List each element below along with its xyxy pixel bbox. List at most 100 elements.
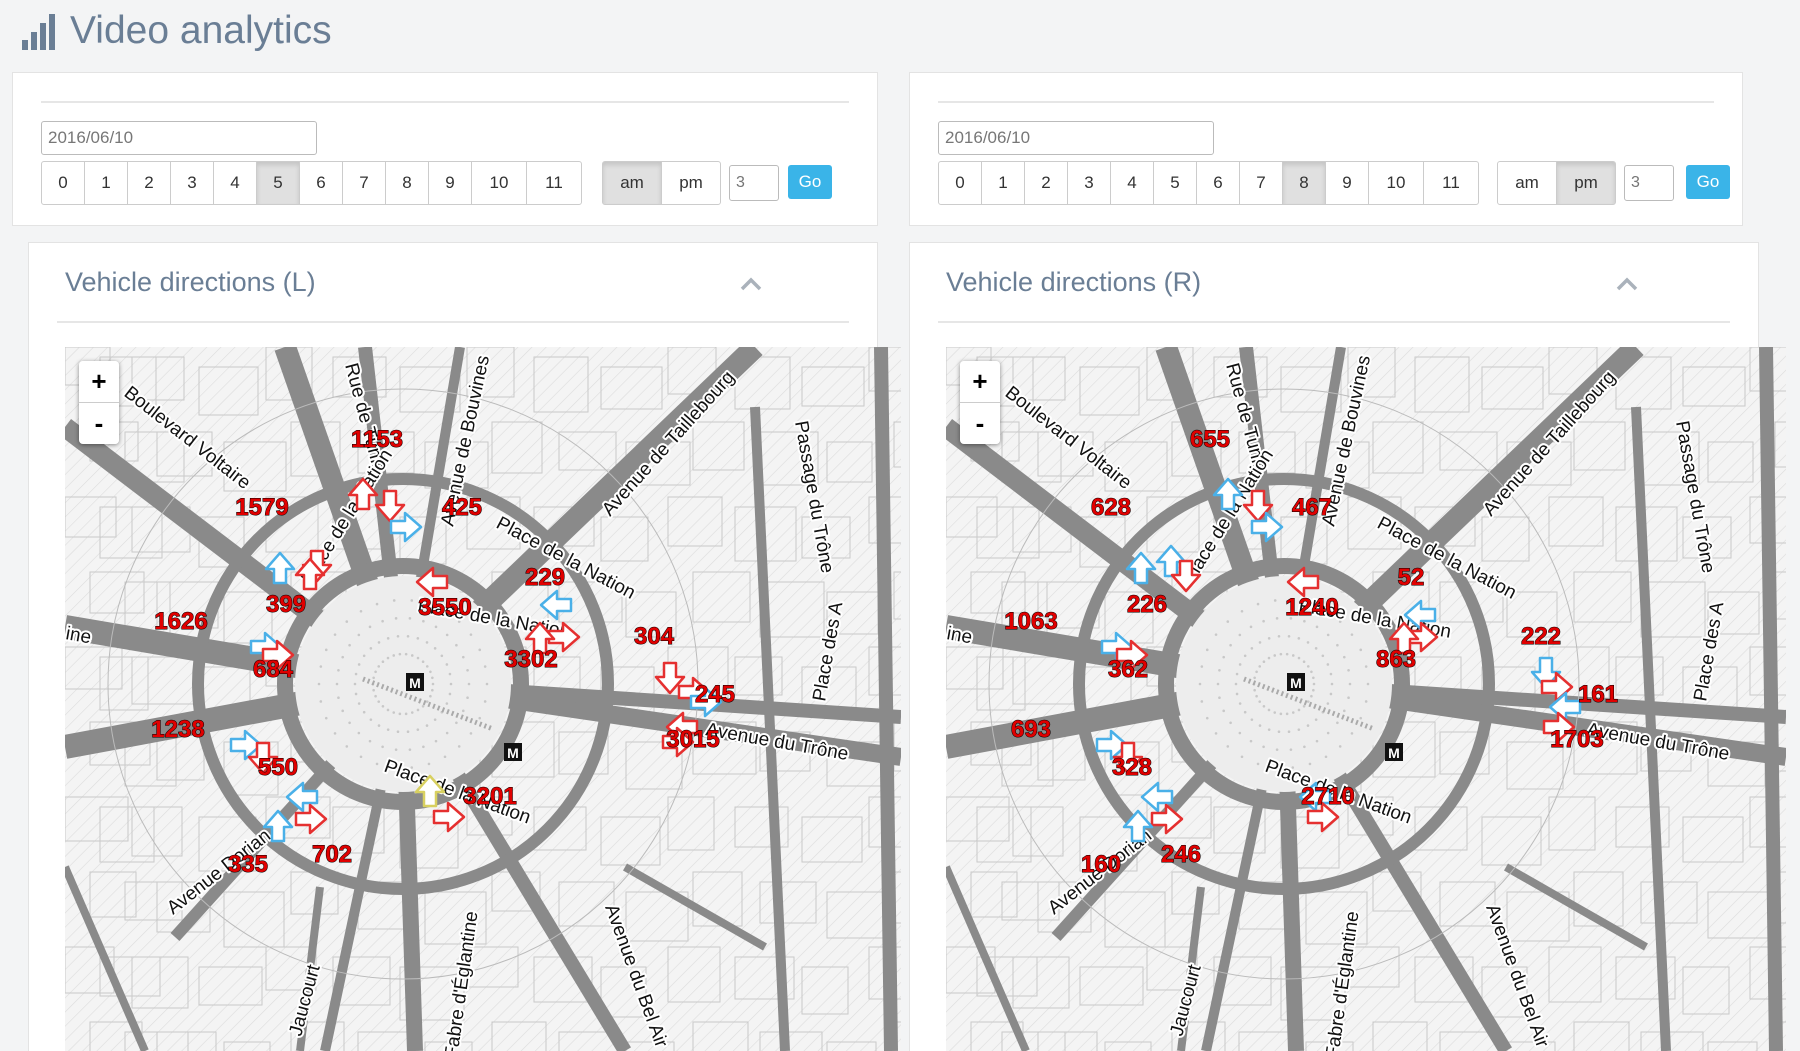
vehicle-count-label: 1579 bbox=[235, 494, 288, 521]
panel-title-left: Vehicle directions (L) bbox=[65, 267, 316, 297]
hour-button-0[interactable]: 0 bbox=[938, 161, 982, 205]
svg-text:M: M bbox=[507, 745, 519, 761]
controls-panel-left: 01234567891011 am pm Go bbox=[12, 72, 878, 226]
bar-chart-icon bbox=[22, 12, 58, 50]
collapse-chevron-icon[interactable] bbox=[736, 269, 766, 299]
hour-button-8[interactable]: 8 bbox=[1282, 161, 1326, 205]
vehicle-count-label: 160 bbox=[1081, 851, 1121, 878]
vehicle-count-label: 335 bbox=[228, 851, 268, 878]
zoom-in-button[interactable]: + bbox=[960, 361, 1000, 403]
vehicle-directions-panel-right: Vehicle directions (R) M M Boulevard Volta… bbox=[909, 242, 1786, 1051]
map-right[interactable]: M M Boulevard Voltaire Rue de Tunis Avenue d… bbox=[946, 347, 1786, 1051]
vehicle-count-label: 229 bbox=[525, 564, 565, 591]
go-button-right[interactable]: Go bbox=[1686, 165, 1730, 199]
collapse-chevron-icon[interactable] bbox=[1612, 269, 1642, 299]
vehicle-count-label: 399 bbox=[266, 591, 306, 618]
date-input-left[interactable] bbox=[41, 121, 317, 155]
vehicle-count-label: 655 bbox=[1190, 426, 1230, 453]
metro-icon: M bbox=[1287, 673, 1305, 691]
divider bbox=[41, 101, 849, 103]
hour-button-0[interactable]: 0 bbox=[41, 161, 85, 205]
divider bbox=[57, 321, 849, 323]
hour-button-2[interactable]: 2 bbox=[1024, 161, 1068, 205]
vehicle-count-label: 222 bbox=[1521, 623, 1561, 650]
vehicle-directions-panel-left: Vehicle directions (L) M M Boulevard Volta… bbox=[28, 242, 901, 1051]
vehicle-count-label: 1626 bbox=[154, 608, 207, 635]
am-button-left[interactable]: am bbox=[602, 161, 662, 205]
vehicle-count-label: 362 bbox=[1108, 656, 1148, 683]
divider bbox=[938, 321, 1730, 323]
count-input-right[interactable] bbox=[1624, 165, 1674, 201]
vehicle-count-label: 226 bbox=[1127, 591, 1167, 618]
vehicle-count-label: 425 bbox=[442, 494, 482, 521]
panel-title-right: Vehicle directions (R) bbox=[946, 267, 1202, 297]
street-label: ine bbox=[946, 623, 974, 648]
hour-button-7[interactable]: 7 bbox=[1239, 161, 1283, 205]
vehicle-count-label: 1240 bbox=[1285, 594, 1338, 621]
vehicle-count-label: 1238 bbox=[151, 716, 204, 743]
hour-button-1[interactable]: 1 bbox=[84, 161, 128, 205]
metro-icon: M bbox=[504, 743, 522, 761]
zoom-out-button[interactable]: - bbox=[79, 403, 119, 444]
vehicle-count-label: 161 bbox=[1578, 681, 1618, 708]
vehicle-count-label: 52 bbox=[1398, 564, 1425, 591]
hour-button-10[interactable]: 10 bbox=[471, 161, 527, 205]
pm-button-left[interactable]: pm bbox=[661, 161, 721, 205]
svg-text:M: M bbox=[409, 675, 421, 691]
pm-button-right[interactable]: pm bbox=[1556, 161, 1616, 205]
vehicle-count-label: 1063 bbox=[1004, 608, 1057, 635]
hour-button-11[interactable]: 11 bbox=[526, 161, 582, 205]
vehicle-count-label: 1153 bbox=[351, 426, 403, 453]
hour-button-3[interactable]: 3 bbox=[1067, 161, 1111, 205]
svg-text:M: M bbox=[1290, 675, 1302, 691]
hour-button-4[interactable]: 4 bbox=[1110, 161, 1154, 205]
zoom-control: + - bbox=[79, 361, 119, 444]
period-selector-right: am pm bbox=[1497, 161, 1616, 205]
vehicle-count-label: 863 bbox=[1376, 646, 1416, 673]
hour-button-10[interactable]: 10 bbox=[1368, 161, 1424, 205]
vehicle-count-label: 328 bbox=[1112, 754, 1152, 781]
metro-icon: M bbox=[1385, 743, 1403, 761]
vehicle-count-label: 3550 bbox=[418, 594, 471, 621]
hour-button-9[interactable]: 9 bbox=[428, 161, 472, 205]
vehicle-count-label: 246 bbox=[1161, 841, 1201, 868]
hour-button-4[interactable]: 4 bbox=[213, 161, 257, 205]
vehicle-count-label: 3015 bbox=[666, 726, 719, 753]
vehicle-count-label: 628 bbox=[1091, 494, 1131, 521]
hour-button-9[interactable]: 9 bbox=[1325, 161, 1369, 205]
count-input-left[interactable] bbox=[729, 165, 779, 201]
hour-button-7[interactable]: 7 bbox=[342, 161, 386, 205]
hour-button-2[interactable]: 2 bbox=[127, 161, 171, 205]
controls-panel-right: 01234567891011 am pm Go bbox=[909, 72, 1743, 226]
date-input-right[interactable] bbox=[938, 121, 1214, 155]
go-button-left[interactable]: Go bbox=[788, 165, 832, 199]
hour-button-6[interactable]: 6 bbox=[299, 161, 343, 205]
vehicle-count-label: 3302 bbox=[504, 646, 557, 673]
hour-button-8[interactable]: 8 bbox=[385, 161, 429, 205]
zoom-control: + - bbox=[960, 361, 1000, 444]
metro-icon: M bbox=[406, 673, 424, 691]
vehicle-count-label: 550 bbox=[258, 754, 298, 781]
vehicle-count-label: 2710 bbox=[1301, 783, 1354, 810]
hour-button-11[interactable]: 11 bbox=[1423, 161, 1479, 205]
svg-text:M: M bbox=[1388, 745, 1400, 761]
hour-button-1[interactable]: 1 bbox=[981, 161, 1025, 205]
vehicle-count-label: 693 bbox=[1011, 716, 1051, 743]
hour-button-6[interactable]: 6 bbox=[1196, 161, 1240, 205]
vehicle-count-label: 3201 bbox=[463, 783, 516, 810]
hour-selector-left: 0 1 2 3 4 5 6 7 8 9 10 11 bbox=[41, 161, 582, 205]
street-label: ine bbox=[65, 623, 93, 648]
vehicle-count-label: 684 bbox=[253, 656, 294, 683]
hour-selector-right: 0 1 2 3 4 5 6 7 8 9 10 11 bbox=[938, 161, 1479, 205]
zoom-out-button[interactable]: - bbox=[960, 403, 1000, 444]
hour-button-3[interactable]: 3 bbox=[170, 161, 214, 205]
hour-button-5[interactable]: 5 bbox=[256, 161, 300, 205]
hour-button-5[interactable]: 5 bbox=[1153, 161, 1197, 205]
am-button-right[interactable]: am bbox=[1497, 161, 1557, 205]
vehicle-count-label: 467 bbox=[1292, 494, 1332, 521]
vehicle-count-label: 304 bbox=[634, 623, 675, 650]
divider bbox=[938, 101, 1714, 103]
period-selector-left: am pm bbox=[602, 161, 721, 205]
zoom-in-button[interactable]: + bbox=[79, 361, 119, 403]
map-left[interactable]: M M Boulevard Voltaire Rue de Tunis Avenue d… bbox=[65, 347, 901, 1051]
